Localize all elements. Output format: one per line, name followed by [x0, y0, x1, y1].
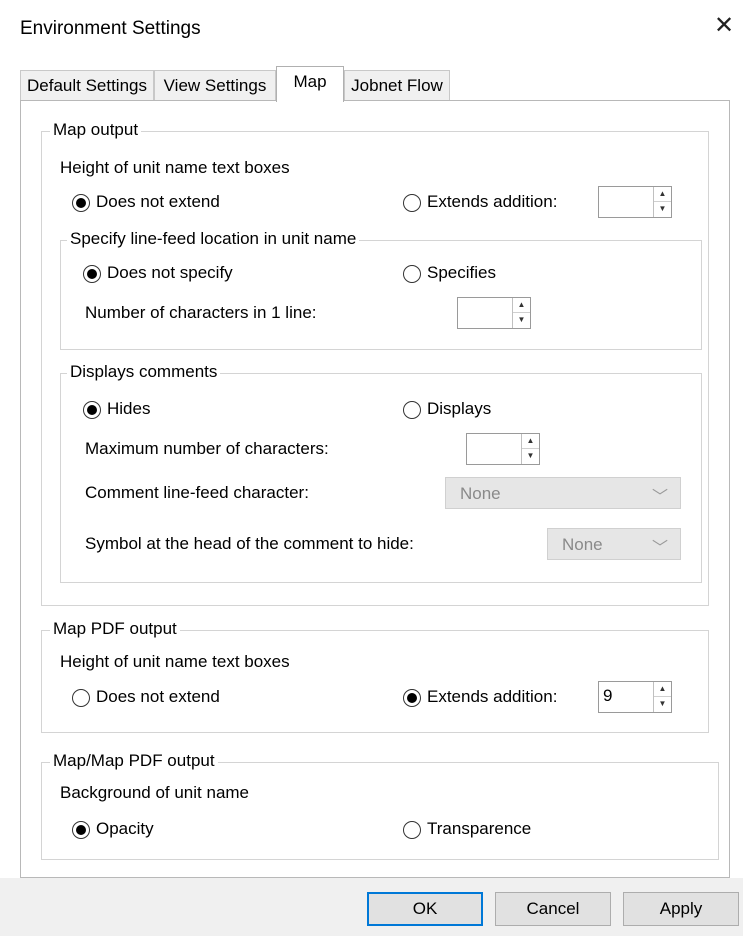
extends-addition-spinner[interactable]: ▲ ▼: [598, 186, 672, 218]
spinner-buttons: ▲ ▼: [653, 682, 671, 712]
map-map-pdf-output-legend: Map/Map PDF output: [50, 751, 218, 771]
max-chars-spinner[interactable]: ▲ ▼: [466, 433, 540, 465]
displays-radio[interactable]: [403, 401, 421, 419]
specifies-label: Specifies: [427, 263, 496, 282]
pdf-extends-addition-spinner[interactable]: 9 ▲ ▼: [598, 681, 672, 713]
window-title: Environment Settings: [20, 18, 201, 39]
transparence-label: Transparence: [427, 819, 532, 838]
spin-up-icon[interactable]: ▲: [654, 682, 671, 697]
spinner-buttons: ▲ ▼: [521, 434, 539, 464]
specifies-radio[interactable]: [403, 265, 421, 283]
pdf-does-not-extend-radio[interactable]: [72, 689, 90, 707]
select-value: None: [460, 484, 501, 503]
comments-legend: Displays comments: [67, 362, 221, 382]
spin-up-icon[interactable]: ▲: [513, 298, 530, 313]
hides-radio[interactable]: [83, 401, 101, 419]
spin-down-icon[interactable]: ▼: [522, 449, 539, 464]
tab-view-settings[interactable]: View Settings: [154, 70, 276, 100]
pdf-extends-addition-radio[interactable]: [403, 689, 421, 707]
extends-addition-radio[interactable]: [403, 194, 421, 212]
opacity-label: Opacity: [96, 819, 154, 838]
ok-button[interactable]: OK: [367, 892, 483, 926]
spin-up-icon[interactable]: ▲: [654, 187, 671, 202]
linefeed-char-select: None ﹀: [445, 477, 681, 509]
close-icon[interactable]: ✕: [712, 14, 736, 38]
map-output-legend: Map output: [50, 120, 142, 140]
spin-down-icon[interactable]: ▼: [654, 202, 671, 217]
pdf-extends-addition-label: Extends addition:: [427, 687, 558, 706]
background-label: Background of unit name: [60, 783, 250, 802]
apply-button[interactable]: Apply: [623, 892, 739, 926]
chars-per-line-spinner[interactable]: ▲ ▼: [457, 297, 531, 329]
does-not-extend-label: Does not extend: [96, 192, 220, 211]
does-not-extend-radio[interactable]: [72, 194, 90, 212]
extends-addition-label: Extends addition:: [427, 192, 558, 211]
spinner-value[interactable]: 9: [603, 686, 612, 706]
map-pdf-output-group: Map PDF output Height of unit name text …: [41, 619, 709, 733]
tab-jobnet-flow[interactable]: Jobnet Flow: [344, 70, 450, 100]
spin-down-icon[interactable]: ▼: [513, 313, 530, 328]
height-label: Height of unit name text boxes: [60, 158, 290, 177]
comments-group: Displays comments Hides Displays Maximum…: [60, 362, 702, 583]
linefeed-group: Specify line-feed location in unit name …: [60, 229, 702, 350]
spin-up-icon[interactable]: ▲: [522, 434, 539, 449]
map-tab-panel: Map output Height of unit name text boxe…: [20, 100, 730, 878]
tab-default-settings[interactable]: Default Settings: [20, 70, 154, 100]
chevron-down-icon: ﹀: [651, 489, 668, 506]
spinner-buttons: ▲ ▼: [512, 298, 530, 328]
cancel-button[interactable]: Cancel: [495, 892, 611, 926]
does-not-specify-label: Does not specify: [107, 263, 233, 282]
symbol-head-label: Symbol at the head of the comment to hid…: [85, 534, 414, 553]
map-output-group: Map output Height of unit name text boxe…: [41, 120, 709, 606]
hides-label: Hides: [107, 399, 151, 418]
tab-map[interactable]: Map: [276, 66, 344, 102]
map-pdf-output-legend: Map PDF output: [50, 619, 180, 639]
pdf-does-not-extend-label: Does not extend: [96, 687, 220, 706]
select-value: None: [562, 535, 603, 554]
transparence-radio[interactable]: [403, 821, 421, 839]
spinner-buttons: ▲ ▼: [653, 187, 671, 217]
displays-label: Displays: [427, 399, 492, 418]
linefeed-legend: Specify line-feed location in unit name: [67, 229, 360, 249]
pdf-height-label: Height of unit name text boxes: [60, 652, 290, 671]
does-not-specify-radio[interactable]: [83, 265, 101, 283]
chars-per-line-label: Number of characters in 1 line:: [85, 303, 317, 322]
opacity-radio[interactable]: [72, 821, 90, 839]
symbol-head-select: None ﹀: [547, 528, 681, 560]
max-chars-label: Maximum number of characters:: [85, 439, 329, 458]
spin-down-icon[interactable]: ▼: [654, 697, 671, 712]
map-map-pdf-output-group: Map/Map PDF output Background of unit na…: [41, 751, 719, 860]
chevron-down-icon: ﹀: [651, 540, 668, 557]
linefeed-char-label: Comment line-feed character:: [85, 483, 309, 502]
